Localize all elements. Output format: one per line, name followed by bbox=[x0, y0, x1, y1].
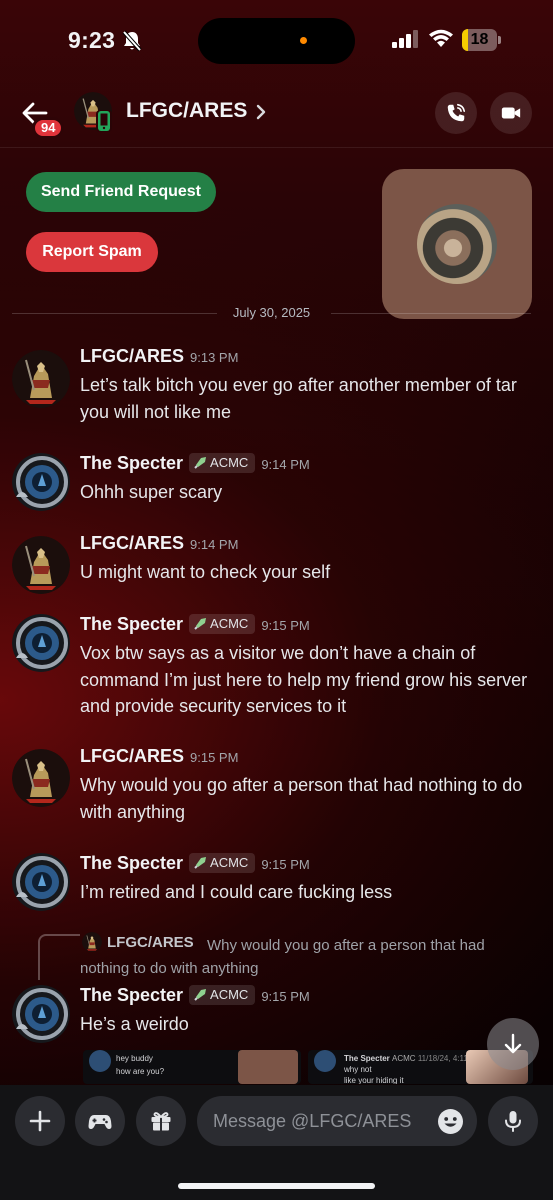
plus-icon bbox=[29, 1110, 51, 1132]
avatar[interactable] bbox=[12, 453, 70, 511]
message-text: Ohhh super scary bbox=[80, 482, 223, 502]
jump-to-present-button[interactable] bbox=[487, 1018, 539, 1070]
voice-message-button[interactable] bbox=[488, 1096, 538, 1146]
sword-tag-icon bbox=[194, 989, 207, 1001]
message-text: U might want to check your self bbox=[80, 562, 331, 582]
privacy-indicator bbox=[300, 37, 307, 44]
arrow-down-icon bbox=[504, 1033, 522, 1054]
cellular-signal-icon bbox=[392, 30, 418, 48]
preview-line: The Specter ACMC 11/18/24, 4:11 PM bbox=[344, 1054, 483, 1063]
message-timestamp: 9:15 PM bbox=[190, 750, 239, 765]
message-author[interactable]: The Specter ACMC 9:14 PM bbox=[80, 453, 310, 474]
emoji-icon[interactable] bbox=[437, 1108, 464, 1135]
add-attachment-button[interactable] bbox=[15, 1096, 65, 1146]
status-time: 9:23 bbox=[68, 27, 116, 53]
message-text: Vox btw says as a visitor we don’t have … bbox=[80, 643, 528, 716]
message-composer bbox=[0, 1085, 553, 1200]
bell-muted-icon bbox=[122, 30, 142, 52]
phone-call-icon bbox=[447, 103, 466, 122]
attachment-preview-strip[interactable]: hey buddy how are you? The Specter ACMC … bbox=[83, 1050, 533, 1084]
voice-call-button[interactable] bbox=[435, 92, 477, 134]
clan-tag[interactable]: ACMC bbox=[189, 853, 256, 873]
video-camera-icon bbox=[501, 107, 521, 119]
preview-image bbox=[238, 1050, 298, 1084]
preview-avatar bbox=[314, 1050, 336, 1072]
wifi-icon bbox=[429, 29, 453, 47]
message-text: Why would you go after a person that had… bbox=[80, 775, 523, 822]
date-divider-text: July 30, 2025 bbox=[232, 305, 311, 320]
reply-connector bbox=[38, 934, 80, 980]
avatar[interactable] bbox=[12, 350, 70, 408]
message-timestamp: 9:13 PM bbox=[190, 350, 239, 365]
preview-card[interactable]: hey buddy how are you? bbox=[83, 1050, 301, 1084]
message-author[interactable]: LFGC/ARES 9:14 PM bbox=[80, 533, 238, 554]
preview-line: why not bbox=[344, 1065, 372, 1074]
report-spam-button[interactable]: Report Spam bbox=[26, 232, 158, 272]
message-timestamp: 9:14 PM bbox=[261, 457, 310, 472]
message-timestamp: 9:14 PM bbox=[190, 537, 239, 552]
video-call-button[interactable] bbox=[490, 92, 532, 134]
reply-author[interactable]: LFGC/ARES bbox=[107, 934, 194, 951]
preview-line: how are you? bbox=[116, 1067, 165, 1076]
preview-line: hey buddy bbox=[116, 1054, 153, 1063]
dm-header: 94 LFGC/ARES bbox=[0, 80, 553, 148]
gamepad-icon bbox=[88, 1115, 112, 1129]
battery-indicator: 18 bbox=[462, 29, 502, 51]
message-author[interactable]: LFGC/ARES 9:13 PM bbox=[80, 346, 238, 367]
message-text: I’m retired and I could care fucking les… bbox=[80, 882, 393, 902]
clan-tag[interactable]: ACMC bbox=[189, 614, 256, 634]
date-divider: July 30, 2025 bbox=[12, 304, 531, 324]
avatar[interactable] bbox=[12, 853, 70, 911]
message-author[interactable]: LFGC/ARES 9:15 PM bbox=[80, 746, 238, 767]
sword-tag-icon bbox=[194, 857, 207, 869]
battery-level: 18 bbox=[470, 31, 489, 48]
preview-line: like your hiding it bbox=[344, 1076, 404, 1084]
message-author[interactable]: The Specter ACMC 9:15 PM bbox=[80, 853, 310, 874]
message-text: He’s a weirdo bbox=[80, 1014, 189, 1034]
mobile-status-icon bbox=[96, 110, 112, 132]
microphone-icon bbox=[505, 1111, 521, 1132]
pip-video-thumbnail bbox=[417, 204, 497, 284]
dm-screen: 9:23 18 94 LFGC/ARES Send Friend Request… bbox=[0, 0, 553, 1200]
message-input[interactable] bbox=[197, 1096, 477, 1146]
activities-button[interactable] bbox=[75, 1096, 125, 1146]
preview-avatar bbox=[89, 1050, 111, 1072]
send-gift-button[interactable] bbox=[136, 1096, 186, 1146]
message-timestamp: 9:15 PM bbox=[261, 618, 310, 633]
avatar[interactable] bbox=[12, 614, 70, 672]
gift-icon bbox=[151, 1112, 171, 1131]
avatar[interactable] bbox=[12, 749, 70, 807]
chevron-right-icon[interactable] bbox=[254, 102, 268, 122]
dynamic-island bbox=[198, 18, 355, 64]
status-bar: 9:23 18 bbox=[0, 0, 553, 80]
message-author[interactable]: The Specter ACMC 9:15 PM bbox=[80, 614, 310, 635]
message-timestamp: 9:15 PM bbox=[261, 989, 310, 1004]
avatar[interactable] bbox=[12, 985, 70, 1043]
sword-tag-icon bbox=[194, 457, 207, 469]
sword-tag-icon bbox=[194, 618, 207, 630]
unread-badge: 94 bbox=[32, 117, 65, 139]
send-friend-request-button[interactable]: Send Friend Request bbox=[26, 172, 216, 212]
channel-title[interactable]: LFGC/ARES bbox=[126, 99, 247, 123]
message-author[interactable]: The Specter ACMC 9:15 PM bbox=[80, 985, 310, 1006]
clan-tag[interactable]: ACMC bbox=[189, 985, 256, 1005]
home-indicator[interactable] bbox=[178, 1183, 375, 1189]
message-timestamp: 9:15 PM bbox=[261, 857, 310, 872]
reply-avatar bbox=[82, 932, 102, 952]
avatar[interactable] bbox=[12, 536, 70, 594]
picture-in-picture-window[interactable] bbox=[382, 169, 532, 319]
message-text: Let’s talk bitch you ever go after anoth… bbox=[80, 375, 517, 422]
clan-tag[interactable]: ACMC bbox=[189, 453, 256, 473]
